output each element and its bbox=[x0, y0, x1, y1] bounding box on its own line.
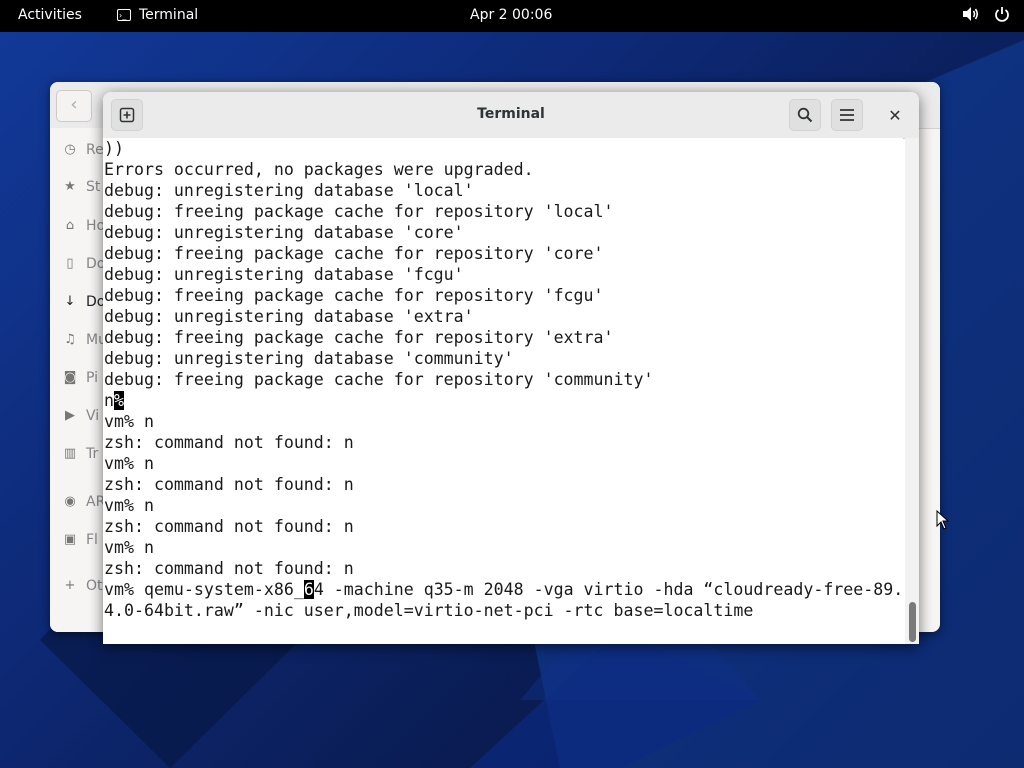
music-icon: ♫ bbox=[64, 332, 76, 347]
drive-icon: ▣ bbox=[63, 532, 77, 547]
terminal-line: Errors occurred, no packages were upgrad… bbox=[104, 160, 534, 179]
terminal-line: vm% n bbox=[104, 412, 154, 431]
terminal-line: debug: unregistering database 'community… bbox=[104, 349, 514, 368]
download-icon: ↓ bbox=[64, 294, 76, 309]
sidebar-item-label: Ot bbox=[86, 578, 103, 594]
back-button[interactable]: ‹ bbox=[56, 90, 92, 122]
sidebar-item-label: Re bbox=[86, 142, 104, 158]
terminal-line: zsh: command not found: n bbox=[104, 517, 354, 536]
terminal-line: debug: freeing package cache for reposit… bbox=[104, 244, 604, 263]
terminal-line: zsh: command not found: n bbox=[104, 433, 354, 452]
chevron-left-icon: ‹ bbox=[70, 94, 78, 115]
speaker-icon[interactable] bbox=[962, 6, 980, 22]
terminal-line: debug: unregistering database 'extra' bbox=[104, 307, 474, 326]
disc-icon: ◉ bbox=[64, 494, 76, 509]
app-menu-terminal[interactable]: ›_ Terminal bbox=[117, 7, 198, 23]
sidebar-item-label: Pi bbox=[86, 370, 99, 386]
terminal-line: )) bbox=[104, 139, 124, 158]
terminal-line: n% bbox=[104, 390, 124, 411]
terminal-line: vm% n bbox=[104, 496, 154, 515]
sidebar-item-label: Fl bbox=[86, 532, 98, 548]
terminal-header-bar: Terminal ✕ bbox=[103, 92, 919, 139]
camera-icon: ◙ bbox=[63, 370, 77, 385]
terminal-command-line: vm% qemu-system-x86_64 -machine q35-m 20… bbox=[104, 579, 903, 600]
hamburger-icon bbox=[840, 109, 854, 121]
system-menu[interactable] bbox=[962, 6, 1010, 22]
text-cursor: % bbox=[114, 391, 124, 410]
clock[interactable]: Apr 2 00:06 bbox=[470, 7, 552, 23]
plus-icon: + bbox=[64, 578, 76, 593]
terminal-line: debug: freeing package cache for reposit… bbox=[104, 328, 614, 347]
star-icon: ★ bbox=[64, 179, 76, 194]
terminal-line: debug: freeing package cache for reposit… bbox=[104, 370, 654, 389]
menu-button[interactable] bbox=[831, 99, 863, 131]
terminal-line: zsh: command not found: n bbox=[104, 475, 354, 494]
terminal-line: vm% n bbox=[104, 538, 154, 557]
search-icon bbox=[797, 107, 813, 123]
close-icon: ✕ bbox=[888, 105, 902, 125]
terminal-app-icon: ›_ bbox=[117, 9, 131, 21]
activities-button[interactable]: Activities bbox=[18, 7, 82, 23]
scrollbar-thumb[interactable] bbox=[909, 602, 916, 642]
terminal-text: vm% qemu-system-x86_ bbox=[104, 580, 304, 599]
text-cursor: 6 bbox=[303, 580, 314, 599]
document-icon: ▯ bbox=[66, 256, 74, 271]
terminal-line: 4.0-64bit.raw” -nic user,model=virtio-ne… bbox=[104, 601, 754, 620]
video-icon: ▶ bbox=[65, 408, 75, 423]
clock-icon: ◷ bbox=[64, 142, 76, 157]
sidebar-item-label: Vi bbox=[86, 408, 100, 424]
terminal-line: debug: freeing package cache for reposit… bbox=[104, 286, 604, 305]
terminal-window[interactable]: Terminal ✕ )) Errors occurred, no packag… bbox=[103, 92, 919, 644]
terminal-text: 4 -machine q35-m 2048 -vga virtio -hda “… bbox=[313, 580, 904, 599]
trash-icon: ▥ bbox=[63, 446, 77, 461]
sidebar-item-label: Tr bbox=[86, 446, 99, 462]
home-icon: ⌂ bbox=[65, 218, 75, 233]
terminal-output[interactable]: )) Errors occurred, no packages were upg… bbox=[103, 138, 903, 644]
terminal-line: debug: unregistering database 'fcgu' bbox=[104, 265, 464, 284]
close-button[interactable]: ✕ bbox=[883, 103, 907, 127]
terminal-line: debug: unregistering database 'core' bbox=[104, 223, 464, 242]
power-icon[interactable] bbox=[994, 6, 1010, 22]
terminal-line: zsh: command not found: n bbox=[104, 559, 354, 578]
terminal-line: debug: freeing package cache for reposit… bbox=[104, 202, 614, 221]
app-menu-label: Terminal bbox=[139, 7, 199, 23]
mouse-pointer-icon bbox=[936, 509, 950, 534]
search-button[interactable] bbox=[789, 99, 821, 131]
sidebar-item-label: St bbox=[86, 179, 101, 195]
files-sidebar: ◷ Re ★ St ⌂ Ho ▯ Do ↓ Do ♫ Mu ◙ Pi ▶ Vi bbox=[50, 128, 110, 632]
terminal-line: vm% n bbox=[104, 454, 154, 473]
top-bar: Activities ›_ Terminal Apr 2 00:06 bbox=[0, 0, 1024, 32]
scrollbar[interactable] bbox=[905, 138, 919, 644]
terminal-line: debug: unregistering database 'local' bbox=[104, 181, 474, 200]
terminal-text: n bbox=[104, 391, 114, 410]
